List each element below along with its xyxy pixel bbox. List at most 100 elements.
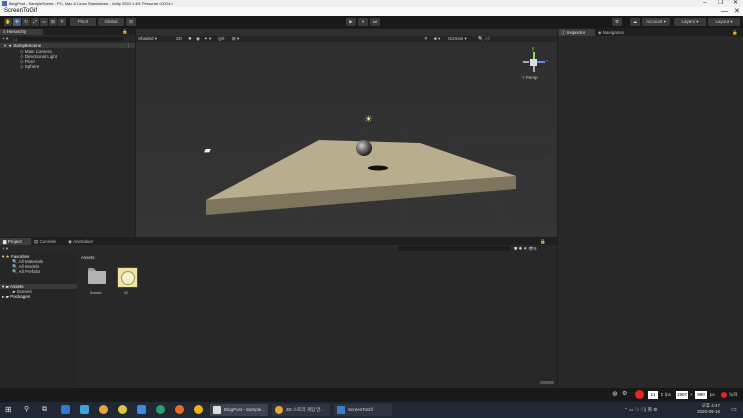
camera-gizmo-icon[interactable]: ▰ <box>204 146 216 155</box>
taskbar-app-screentogif[interactable]: ScreenToGif <box>334 404 392 416</box>
orientation-gizmo[interactable]: y x < Persp <box>522 46 554 80</box>
thumbnail-size-slider[interactable] <box>540 381 554 384</box>
width-input[interactable]: 1907 <box>676 391 688 399</box>
firefox-icon[interactable] <box>175 405 184 414</box>
account-dropdown[interactable]: Account ▾ <box>642 18 670 26</box>
scene-view[interactable]: ☀ ▰ y x < Persp <box>136 29 557 237</box>
project-lock-icon[interactable]: 🔒 <box>540 238 546 245</box>
collab-icon[interactable]: ⚙ <box>612 18 622 26</box>
gizmo-neg-y-arrow <box>533 66 535 72</box>
scale-tool-icon[interactable]: ⤢ <box>31 18 39 26</box>
vscode-icon[interactable] <box>137 405 146 414</box>
scene-search-input[interactable]: 🔍 All <box>478 36 490 41</box>
notification-icon[interactable]: ▭ <box>731 404 737 416</box>
scene-menu-icon[interactable]: ⋮ <box>127 43 132 48</box>
rotate-tool-icon[interactable]: ↻ <box>22 18 30 26</box>
project-search-input[interactable] <box>398 246 510 251</box>
breadcrumb: Assets <box>81 255 95 260</box>
hierarchy-item[interactable]: ◇ Sphere <box>20 64 39 69</box>
clock[interactable]: 오후 4:47 2020-09-16 <box>697 403 720 415</box>
system-tray-icons[interactable]: ⌃ ▭ ☁ ◁) 英 ⚙ <box>624 404 657 416</box>
scene-toolbar: Shaded ▾ 2D ✹ ◉ ✦ ▾ ◎0 ⊞ ▾ ✕ ■ ▾ Gizmos … <box>136 36 557 42</box>
fps-input[interactable]: 11 <box>648 391 658 399</box>
grid-toggle-icon[interactable]: ⊞ ▾ <box>232 36 239 41</box>
hierarchy-toolbar: + ▾ All <box>2 36 132 42</box>
camera-settings-icon[interactable]: ■ ▾ <box>434 36 440 41</box>
unity-app-icon <box>2 1 7 6</box>
pivot-toggle[interactable]: Pivot <box>70 18 96 26</box>
taskbar-app-unity[interactable]: BlogPost - Sample... <box>210 404 268 416</box>
favorites-item[interactable]: 🔍 All Prefabs <box>12 269 40 274</box>
pause-button[interactable]: ⏸ <box>358 18 368 26</box>
panel-lock-icon[interactable]: 🔒 <box>122 29 128 35</box>
close-button[interactable]: ✕ <box>733 0 738 7</box>
create-asset-button[interactable]: + ▾ <box>2 246 8 251</box>
play-button[interactable]: ▶ <box>346 18 356 26</box>
tab-inspector[interactable]: ⓘ Inspector <box>558 29 595 36</box>
tab-navigation[interactable]: ◈ Navigation <box>598 29 624 36</box>
asset-image-02[interactable]: 02 <box>117 267 138 295</box>
shading-dropdown[interactable]: Shaded ▾ <box>138 36 157 41</box>
recorder-statusbar: ⊕ ⚙ 11 ⇕ fps 1907 × 990 px 녹화 <box>0 388 743 402</box>
settings-icon[interactable]: ⚙ <box>622 391 627 397</box>
rect-tool-icon[interactable]: ▭ <box>40 18 48 26</box>
hidden-objects-icon[interactable]: ◎0 <box>218 36 224 41</box>
custom-tool-icon[interactable]: ✕ <box>58 18 66 26</box>
tools-icon[interactable]: ✕ <box>424 36 428 41</box>
transform-tool-icon[interactable]: ⊞ <box>49 18 57 26</box>
maximize-button[interactable]: ❐ <box>718 0 723 7</box>
inspector-lock-icon[interactable]: 🔒 <box>732 29 738 36</box>
crosshair-icon[interactable]: ⊕ <box>612 391 618 398</box>
projection-label[interactable]: < Persp <box>522 75 538 80</box>
snapshot-icon[interactable] <box>635 390 644 399</box>
search-icon[interactable]: ⚲ <box>24 404 29 416</box>
grid-snap-icon[interactable]: ⊟ <box>126 18 136 26</box>
step-button[interactable]: ⏭ <box>370 18 380 26</box>
task-view-icon[interactable]: ⧉ <box>42 404 47 416</box>
move-tool-icon[interactable]: ✥ <box>13 18 21 26</box>
app-icon[interactable] <box>156 405 165 414</box>
cloud-icon[interactable]: ☁ <box>630 18 640 26</box>
audio-toggle-icon[interactable]: ◉ <box>196 36 200 41</box>
lighting-toggle-icon[interactable]: ✹ <box>188 36 192 41</box>
scene-name: SampleScene <box>13 43 42 48</box>
fps-stepper-icon[interactable]: ⇕ <box>660 392 664 397</box>
sphere[interactable] <box>356 140 372 156</box>
layout-dropdown[interactable]: Layout ▾ <box>708 18 740 26</box>
directional-light-icon[interactable]: ☀ <box>364 115 373 124</box>
scene-row[interactable]: ▾ ◄ SampleScene ⋮ <box>0 43 135 48</box>
tab-console[interactable]: ▤ Console <box>34 238 56 245</box>
add-object-button[interactable]: + ▾ <box>2 36 8 41</box>
tab-animation[interactable]: ◉ Animation <box>68 238 93 245</box>
global-toggle[interactable]: Global <box>98 18 124 26</box>
asset-folder-scenes[interactable]: Scenes <box>88 268 108 295</box>
layers-dropdown[interactable]: Layers ▾ <box>674 18 706 26</box>
app-icon[interactable] <box>194 405 203 414</box>
2d-toggle[interactable]: 2D <box>176 36 182 41</box>
taskbar: ⊞ ⚲ ⧉ BlogPost - Sample... 3D 스토리 게임 만..… <box>0 402 743 418</box>
gizmos-dropdown[interactable]: Gizmos ▾ <box>448 36 467 41</box>
effects-toggle-icon[interactable]: ✦ ▾ <box>204 36 211 41</box>
tab-hierarchy[interactable]: ≡ Hierarchy <box>0 29 43 35</box>
record-button[interactable]: 녹화 <box>729 392 737 397</box>
record-icon[interactable] <box>721 392 727 398</box>
explorer-icon[interactable] <box>80 405 89 414</box>
hierarchy-search-input[interactable]: All <box>13 36 124 42</box>
chrome-icon[interactable] <box>99 405 108 414</box>
packages-folder[interactable]: ▸ ▰ Packages <box>2 294 30 299</box>
size-separator-icon: × <box>690 392 693 397</box>
recorder-close-button[interactable]: ✕ <box>734 7 740 16</box>
project-tabbar: ▆ Project ▤ Console ◉ Animation 🔒 <box>0 238 557 245</box>
recorder-titlebar: ScreenToGif — ✕ <box>0 7 743 16</box>
taskbar-app-browser[interactable]: 3D 스토리 게임 만... <box>272 404 330 416</box>
edge-icon[interactable] <box>61 405 70 414</box>
recorder-minimize-button[interactable]: — <box>721 7 728 16</box>
tab-project[interactable]: ▆ Project <box>0 238 31 245</box>
scene-canvas <box>136 29 557 237</box>
hand-tool-icon[interactable]: ✋ <box>4 18 12 26</box>
project-filter-icons[interactable]: ⛊ ◆ ★ 👁6 <box>514 246 537 251</box>
app-icon[interactable] <box>118 405 127 414</box>
minimize-button[interactable]: – <box>703 0 706 7</box>
start-icon[interactable]: ⊞ <box>5 404 12 416</box>
height-input[interactable]: 990 <box>695 391 707 399</box>
